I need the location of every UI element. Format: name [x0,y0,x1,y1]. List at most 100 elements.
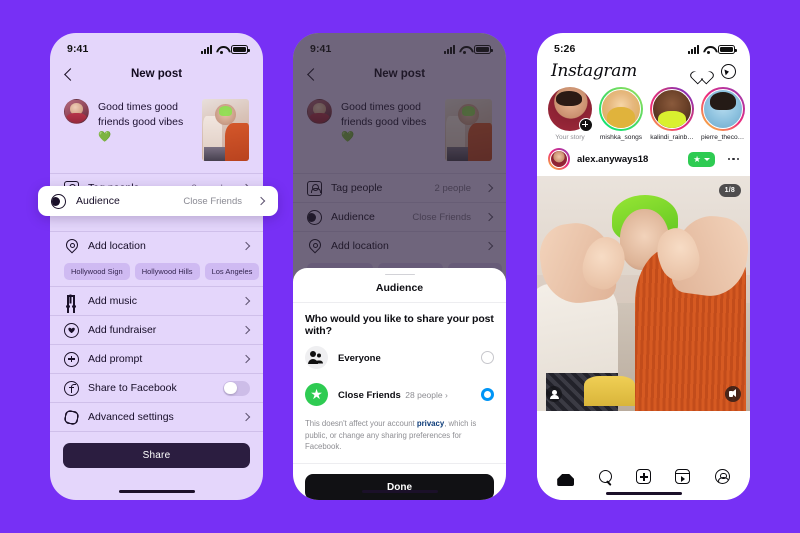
caption-text[interactable]: Good times good friends good vibes 💚 [341,99,436,145]
privacy-link[interactable]: privacy [417,419,444,428]
more-options-icon[interactable] [722,157,739,161]
row-add-music[interactable]: Add music [50,287,263,315]
location-pin-icon [64,239,79,254]
home-indicator [118,489,195,493]
battery-icon [474,44,493,54]
audience-bottom-sheet: Audience Who would you like to share you… [293,268,506,500]
battery-icon [231,44,250,54]
row-add-location[interactable]: Add location [50,232,263,260]
chevron-right-icon [242,326,250,334]
messenger-icon[interactable] [721,63,736,79]
option-name: Everyone [338,353,381,365]
status-bar: 9:41 [293,33,506,59]
caption-text[interactable]: Good times good friends good vibes 💚 [98,99,193,145]
music-note-icon [64,294,79,309]
chevron-down-icon [703,157,710,161]
location-chips[interactable]: Hollywood Sign Hollywood Hills Los Angel… [50,260,263,286]
chevron-right-icon [242,297,250,305]
close-friends-badge[interactable]: ★ [688,151,715,167]
status-icons [688,44,737,54]
facebook-share-toggle[interactable] [223,380,250,396]
composer-row[interactable]: Good times good friends good vibes 💚 [50,89,263,173]
radio-close-friends[interactable] [481,387,494,401]
story-avatar [652,89,692,129]
row-label: Add prompt [88,353,143,365]
composer-row[interactable]: Good times good friends good vibes 💚 [293,89,506,173]
profile-icon[interactable] [714,469,730,484]
story-item-2[interactable]: kalindi_rainb… [650,87,694,141]
audience-option-close-friends[interactable]: Close Friends 28 people › [293,376,506,413]
chevron-right-icon [257,197,265,205]
option-text: Everyone [338,348,471,366]
chevron-right-icon [485,184,493,192]
option-name: Close Friends [338,390,401,402]
audience-icon [51,193,66,209]
tag-people-icon [307,180,322,196]
status-icons [201,44,250,54]
sheet-question: Who would you like to share your post wi… [305,312,494,337]
row-audience[interactable]: Audience Close Friends [293,203,506,231]
share-button-wrap: Share [50,432,263,468]
audience-row-highlight[interactable]: Audience Close Friends [38,186,278,216]
location-chip[interactable]: Hollywood Hills [134,263,200,280]
location-chip[interactable]: Los Angeles [204,263,260,280]
phone-audience-sheet: 9:41 New post Good times good friends go… [293,33,506,500]
sound-icon[interactable] [725,386,741,402]
post-media[interactable]: 1/8 [537,176,750,411]
reels-icon[interactable] [675,469,691,484]
row-advanced-settings[interactable]: Advanced settings [50,403,263,431]
radio-everyone[interactable] [481,350,494,364]
post-thumbnail[interactable] [445,99,492,161]
page-title: New post [373,68,426,80]
story-item-3[interactable]: pierre_thecor… [701,87,745,141]
story-label: pierre_thecor… [701,134,745,141]
chevron-right-icon [242,242,250,250]
cellular-signal-icon [444,44,455,54]
create-post-icon[interactable] [635,469,651,484]
tagged-people-icon[interactable] [546,386,562,402]
story-label: kalindi_rainb… [650,134,694,141]
mockup-stage: 9:41 New post Good times good friends go… [0,0,800,533]
close-friends-star-icon [305,382,328,406]
chevron-right-icon [242,413,250,421]
story-item-your-story[interactable]: Your story [548,87,593,141]
avatar [307,99,332,124]
done-button-wrap: Done [293,464,506,500]
audience-icon [307,209,322,225]
story-ring [548,87,593,132]
post-thumbnail[interactable] [202,99,249,161]
status-bar: 9:41 [50,33,263,59]
stories-tray[interactable]: Your story mishka_songs kalindi_rainb… p… [537,87,750,141]
heart-icon[interactable] [694,64,709,79]
option-sub[interactable]: 28 people › [405,390,448,400]
row-share-to-facebook[interactable]: Share to Facebook [50,374,263,402]
status-time: 9:41 [67,43,89,55]
home-icon[interactable] [557,469,574,486]
chevron-right-icon [485,242,493,250]
row-label: Add music [88,295,138,307]
row-add-fundraiser[interactable]: Add fundraiser [50,316,263,344]
back-icon[interactable] [306,68,318,80]
audience-option-everyone[interactable]: Everyone [293,339,506,376]
row-label: Audience [331,211,375,223]
row-value: Close Friends [412,211,471,223]
row-label: Share to Facebook [88,382,177,394]
story-item-1[interactable]: mishka_songs [599,87,643,141]
post-username[interactable]: alex.anyways18 [577,154,681,165]
row-add-location[interactable]: Add location [293,232,506,260]
avatar [64,99,89,124]
avatar[interactable] [548,148,570,170]
location-chip[interactable]: Hollywood Sign [64,263,130,280]
row-tag-people[interactable]: Tag people 2 people [293,174,506,202]
share-button[interactable]: Share [63,443,250,468]
search-icon[interactable] [598,470,612,483]
plus-circle-icon [64,351,79,367]
done-button[interactable]: Done [305,474,494,500]
row-add-prompt[interactable]: Add prompt [50,345,263,373]
row-label: Tag people [331,182,383,194]
add-story-plus-icon[interactable] [579,118,593,132]
page-title: New post [130,68,183,80]
status-time: 5:26 [554,43,576,55]
story-ring [650,87,694,131]
back-icon[interactable] [63,68,75,80]
